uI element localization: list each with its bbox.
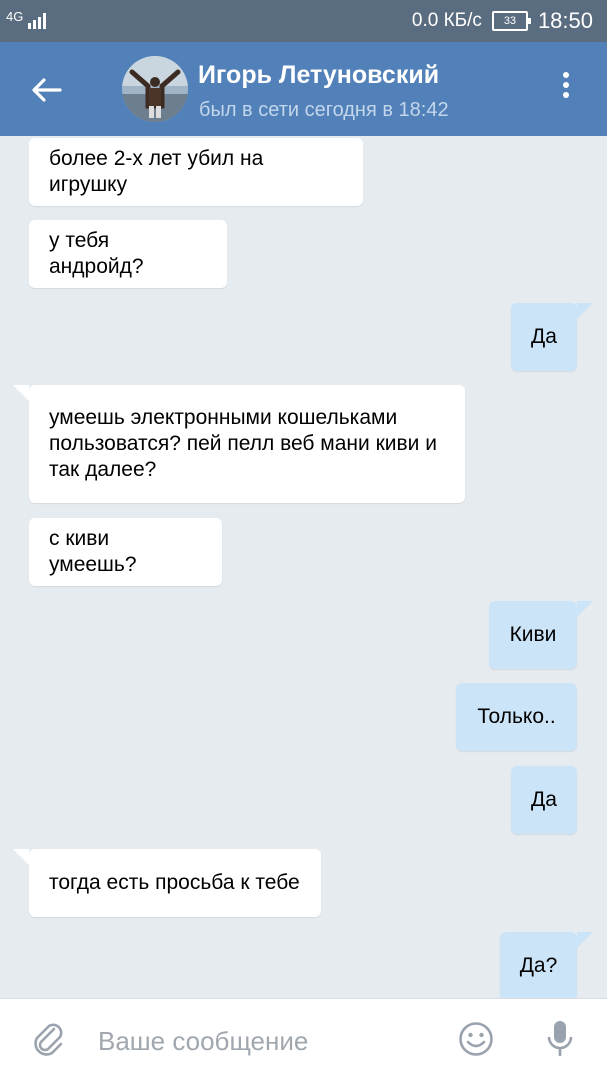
message-outgoing[interactable]: Киви — [489, 601, 593, 669]
message-text: Да? — [519, 954, 558, 977]
message-input[interactable] — [96, 1021, 440, 1061]
clock: 18:50 — [537, 8, 593, 33]
message-incoming[interactable]: тогда есть просьба к тебе — [13, 849, 321, 917]
avatar[interactable] — [122, 56, 188, 122]
message-text: Да — [531, 325, 557, 348]
message-text: Да — [531, 788, 557, 811]
message-outgoing[interactable]: Да? — [500, 932, 593, 998]
chat-header: Игорь Летуновский был в сети сегодня в 1… — [0, 42, 607, 136]
message-text: с киви умеешь? — [49, 527, 137, 576]
message-outgoing[interactable]: Да — [511, 303, 593, 371]
message-outgoing[interactable]: Да — [511, 766, 577, 834]
message-incoming[interactable]: более 2-х лет убил на игрушку — [29, 138, 363, 206]
message-text: более 2-х лет убил на игрушку — [49, 147, 264, 196]
message-text: Киви — [509, 623, 557, 646]
message-incoming[interactable]: с киви умеешь? — [29, 518, 222, 586]
network-speed: 0.0 КБ/с — [411, 10, 482, 31]
back-arrow-icon[interactable] — [26, 70, 66, 110]
message-text: тогда есть просьба к тебе — [49, 871, 300, 894]
message-text: у тебя андройд? — [49, 229, 144, 278]
paperclip-icon[interactable] — [30, 1019, 66, 1059]
emoji-icon[interactable] — [458, 1021, 494, 1057]
contact-name[interactable]: Игорь Летуновский — [198, 61, 439, 90]
message-outgoing[interactable]: Только.. — [456, 683, 577, 751]
message-text: Только.. — [477, 705, 556, 728]
network-type: 4G — [6, 9, 24, 24]
last-seen-status: был в сети сегодня в 18:42 — [199, 99, 449, 121]
status-bar: 4G 0.0 КБ/с 33 18:50 — [0, 0, 607, 42]
more-options-icon[interactable] — [554, 72, 578, 108]
message-incoming[interactable]: умеешь электронными кошельками пользоват… — [13, 385, 465, 503]
message-list[interactable]: более 2-х лет убил на игрушку у тебя анд… — [0, 136, 607, 998]
message-composer — [0, 998, 607, 1081]
signal-icon — [28, 13, 46, 29]
microphone-icon[interactable] — [546, 1019, 574, 1059]
message-incoming[interactable]: у тебя андройд? — [29, 220, 227, 288]
battery-icon: 33 — [491, 11, 531, 31]
message-text: умеешь электронными кошельками пользоват… — [49, 406, 437, 481]
